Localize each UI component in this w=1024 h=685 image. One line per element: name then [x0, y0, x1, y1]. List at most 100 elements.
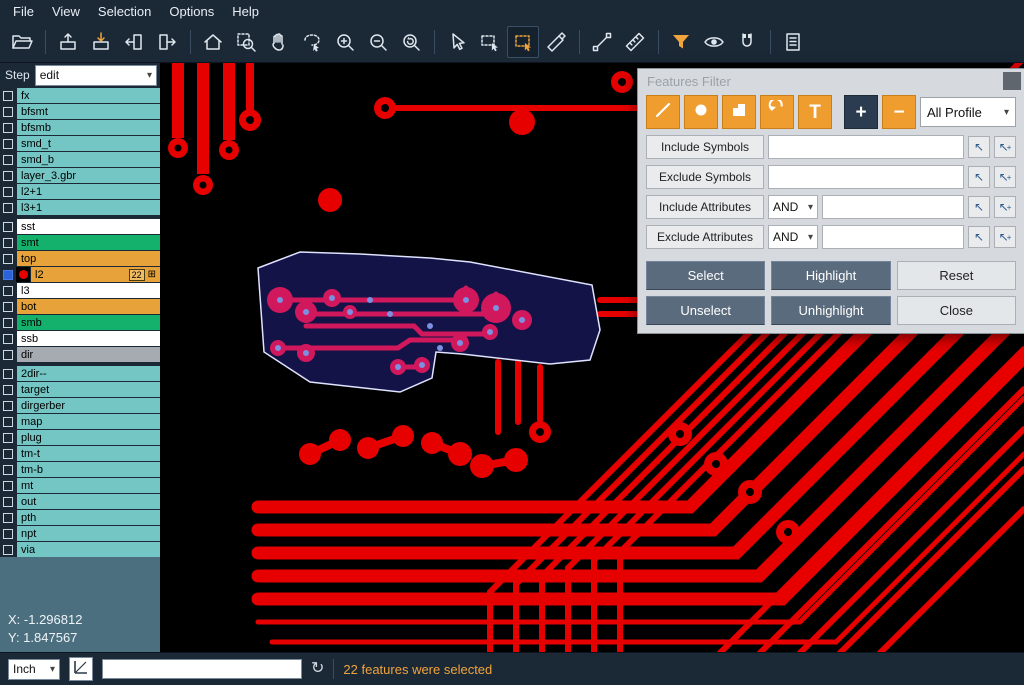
layer-row-mt[interactable]: mt	[0, 478, 160, 493]
import-down-button[interactable]	[85, 26, 117, 58]
layer-row-pth[interactable]: pth	[0, 510, 160, 525]
layer-checkbox[interactable]	[0, 366, 16, 381]
layer-checkbox[interactable]	[0, 414, 16, 429]
layer-label[interactable]: l2+1	[16, 184, 160, 199]
remove-mode-button[interactable]: −	[882, 95, 916, 129]
menu-view[interactable]: View	[43, 2, 89, 21]
layer-checkbox[interactable]	[0, 382, 16, 397]
exclude-attributes-button[interactable]: Exclude Attributes	[646, 225, 764, 249]
layer-row-dirgerber[interactable]: dirgerber	[0, 398, 160, 413]
layer-row-2dir-[interactable]: 2dir--	[0, 366, 160, 381]
layer-label[interactable]: tm-t	[16, 446, 160, 461]
layer-row-fx[interactable]: fx	[0, 88, 160, 103]
include-attributes-button[interactable]: Include Attributes	[646, 195, 764, 219]
layer-label[interactable]: smd_b	[16, 152, 160, 167]
line-tool-button[interactable]	[646, 95, 680, 129]
layer-row-dir[interactable]: dir	[0, 347, 160, 362]
layer-row-ssb[interactable]: ssb	[0, 331, 160, 346]
unselect-button[interactable]: Unselect	[646, 296, 765, 325]
home-view-button[interactable]	[197, 26, 229, 58]
layer-checkbox[interactable]	[0, 494, 16, 509]
select-button[interactable]: Select	[646, 261, 765, 290]
layer-row-bfsmt[interactable]: bfsmt	[0, 104, 160, 119]
zoom-previous-button[interactable]	[395, 26, 427, 58]
menu-file[interactable]: File	[4, 2, 43, 21]
zoom-in-button[interactable]	[329, 26, 361, 58]
layer-checkbox[interactable]	[0, 184, 16, 199]
unit-select[interactable]: Inch ▾	[8, 659, 60, 680]
pick-add-button[interactable]: ↖+	[994, 196, 1016, 218]
layer-label[interactable]: smd_t	[16, 136, 160, 151]
layer-checkbox[interactable]	[0, 331, 16, 346]
pointer-button[interactable]	[441, 26, 473, 58]
menu-help[interactable]: Help	[223, 2, 268, 21]
pad-tool-button[interactable]	[684, 95, 718, 129]
exclude-attributes-logic-select[interactable]: AND ▾	[768, 225, 818, 249]
layer-row-l2-1[interactable]: l2+1	[0, 184, 160, 199]
open-button[interactable]	[6, 26, 38, 58]
measure-line-button[interactable]	[586, 26, 618, 58]
unhighlight-button[interactable]: Unhighlight	[771, 296, 890, 325]
command-input[interactable]	[102, 659, 302, 679]
include-symbols-button[interactable]: Include Symbols	[646, 135, 764, 159]
layer-row-bfsmb[interactable]: bfsmb	[0, 120, 160, 135]
layer-label[interactable]: bfsmt	[16, 104, 160, 119]
snap-button[interactable]	[731, 26, 763, 58]
layer-checkbox[interactable]	[0, 462, 16, 477]
menu-options[interactable]: Options	[160, 2, 223, 21]
layer-checkbox[interactable]	[0, 168, 16, 183]
move-selection-button[interactable]	[507, 26, 539, 58]
layer-row-top[interactable]: top	[0, 251, 160, 266]
layer-label[interactable]: plug	[16, 430, 160, 445]
layer-row-l3[interactable]: l3	[0, 283, 160, 298]
zoom-out-button[interactable]	[362, 26, 394, 58]
export-up-button[interactable]	[52, 26, 84, 58]
pick-add-button[interactable]: ↖+	[994, 226, 1016, 248]
pick-from-screen-button[interactable]: ↖	[968, 196, 990, 218]
include-attributes-input[interactable]	[822, 195, 964, 219]
text-tool-button[interactable]: T	[798, 95, 832, 129]
angle-mode-button[interactable]	[69, 657, 93, 681]
pick-add-button[interactable]: ↖+	[994, 136, 1016, 158]
menu-selection[interactable]: Selection	[89, 2, 160, 21]
layer-label[interactable]: via	[16, 542, 160, 557]
layer-label[interactable]: l222⊞	[30, 267, 160, 282]
layer-checkbox[interactable]	[0, 200, 16, 215]
layer-row-smd-b[interactable]: smd_b	[0, 152, 160, 167]
layer-label[interactable]: dirgerber	[16, 398, 160, 413]
layer-label[interactable]: top	[16, 251, 160, 266]
layer-checkbox[interactable]	[0, 267, 16, 282]
include-attributes-logic-select[interactable]: AND ▾	[768, 195, 818, 219]
layer-row-layer-3-gbr[interactable]: layer_3.gbr	[0, 168, 160, 183]
layer-row-out[interactable]: out	[0, 494, 160, 509]
layer-checkbox[interactable]	[0, 152, 16, 167]
arc-tool-button[interactable]	[760, 95, 794, 129]
layer-label[interactable]: target	[16, 382, 160, 397]
layer-label[interactable]: out	[16, 494, 160, 509]
visibility-button[interactable]	[698, 26, 730, 58]
layer-checkbox[interactable]	[0, 430, 16, 445]
pick-add-button[interactable]: ↖+	[994, 166, 1016, 188]
layer-checkbox[interactable]	[0, 219, 16, 234]
layer-checkbox[interactable]	[0, 120, 16, 135]
layer-row-bot[interactable]: bot	[0, 299, 160, 314]
highlight-button[interactable]: Highlight	[771, 261, 890, 290]
layer-row-via[interactable]: via	[0, 542, 160, 557]
layer-checkbox[interactable]	[0, 347, 16, 362]
layer-checkbox[interactable]	[0, 526, 16, 541]
paint-button[interactable]	[540, 26, 572, 58]
layer-checkbox[interactable]	[0, 136, 16, 151]
exclude-symbols-input[interactable]	[768, 165, 964, 189]
layer-label[interactable]: fx	[16, 88, 160, 103]
rect-select-button[interactable]	[474, 26, 506, 58]
add-mode-button[interactable]: +	[844, 95, 878, 129]
layer-row-smt[interactable]: smt	[0, 235, 160, 250]
layer-label[interactable]: dir	[16, 347, 160, 362]
layer-label[interactable]: mt	[16, 478, 160, 493]
layer-label[interactable]: l3+1	[16, 200, 160, 215]
close-button[interactable]: Close	[897, 296, 1016, 325]
layer-label[interactable]: bfsmb	[16, 120, 160, 135]
ruler-button[interactable]	[619, 26, 651, 58]
layer-label[interactable]: ssb	[16, 331, 160, 346]
lasso-select-button[interactable]	[296, 26, 328, 58]
